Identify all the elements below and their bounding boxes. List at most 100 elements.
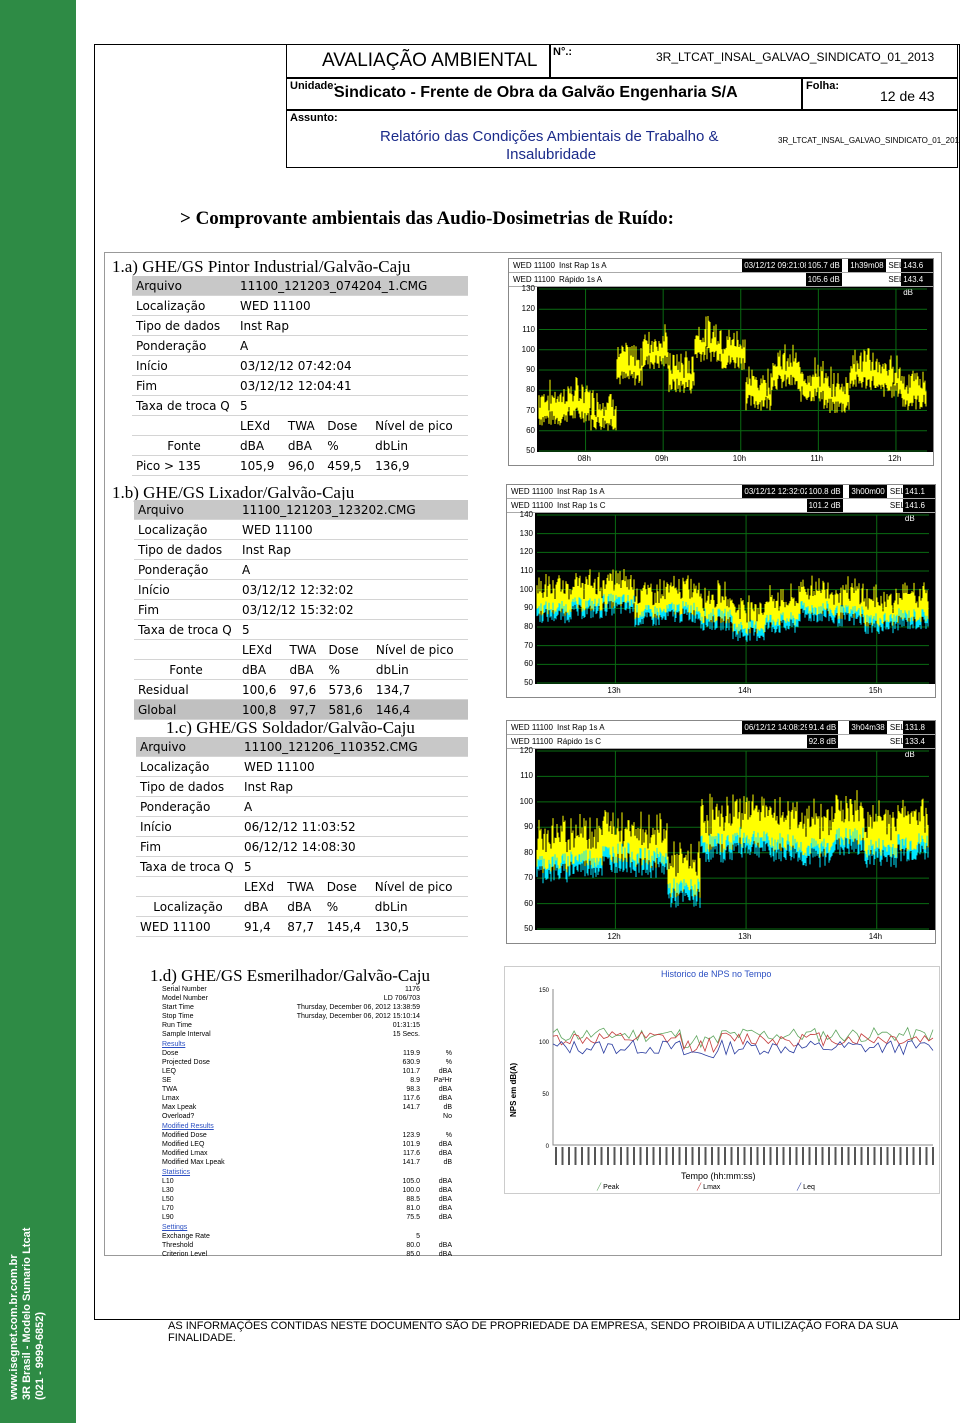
header-cell: dbLin [370,896,468,917]
summary-value: 15 Secs. [392,1031,420,1038]
x-tick-label [737,1147,739,1165]
row-label: Taxa de troca Q [136,856,240,877]
x-tick-label: 09h [655,454,669,463]
table-row: Ponderação A [136,796,468,817]
x-tick-label [886,1147,889,1165]
y-tick-label: 60 [526,425,535,435]
table-row: Taxa de troca Q5 [132,395,468,416]
row-label: Arquivo [136,737,240,757]
block-a-title: 1.a) GHE/GS Pintor Industrial/Galvão-Caj… [112,257,411,276]
x-tick-label [594,1147,596,1165]
row-label: Ponderação [134,559,238,580]
x-tick-label [763,1147,765,1165]
header-cell: % [322,896,371,917]
x-tick-label [607,1147,609,1165]
x-tick-label [620,1147,622,1165]
doc-code-small: 3R_LTCAT_INSAL_GALVAO_SINDICATO_01_2013 [778,136,960,145]
summary-unit: Pa²Hr [433,1077,452,1084]
no-label: N°.: [553,46,573,58]
data-cell: 573,6 [324,679,372,700]
y-tick-label: 80 [524,847,533,857]
row-value: 5 [238,619,468,640]
header-cell: Nível de pico [371,639,468,660]
row-label: Localização [136,756,240,777]
data-cell: 91,4 [240,916,284,937]
summary-row: SE 8.9 Pa²Hr [162,1076,452,1085]
header-cell: dBA [283,896,323,917]
block-c-title: 1.c) GHE/GS Soldador/Galvão-Caju [166,718,415,737]
summary-key: L90 [162,1214,174,1221]
doc-code: 3R_LTCAT_INSAL_GALVAO_SINDICATO_01_2013 [656,50,935,64]
x-tick-label: 12h [887,454,902,463]
summary-unit: dBA [438,1196,452,1203]
row-value: 03/12/12 07:42:04 [236,355,468,376]
summary-row: L70 81.0 dBA [162,1204,452,1213]
header-cell: dBA [238,659,286,680]
x-tick-label [925,1147,928,1165]
data-cell: 134,7 [371,679,468,700]
header-cell: % [324,659,372,680]
row-value: 5 [236,395,468,416]
summary-unit: dBA [438,1068,452,1075]
summary-value: 117.6 [403,1095,420,1102]
table-row: Tipo de dados Inst Rap [132,315,468,336]
summary-unit: dBA [438,1214,452,1221]
row-label: Ponderação [132,335,236,356]
x-tick-label [587,1147,590,1165]
summary-row: Start Time Thursday, December 06, 2012 13… [162,1003,452,1012]
summary-row: L50 88.5 dBA [162,1195,452,1204]
data-cell: Residual [134,679,238,700]
x-tick-label [555,1147,557,1165]
summary-unit: % [445,1050,452,1057]
block-c-chart: WED 11100 Inst Rap 1s A 06/12/12 14:08:29 9… [506,720,936,944]
y-tick-label: 50 [524,924,533,933]
summary-unit [428,1030,452,1039]
header-cell: dBA [236,435,284,456]
header-cell: TWA [283,876,323,897]
y-tick-label: 70 [524,873,533,883]
summary-value: 85.0 [406,1251,420,1258]
summary-key: Lmax [162,1095,180,1102]
header-cell: dbLin [371,435,468,456]
summary-row: TWA 98.3 dBA [162,1085,452,1094]
x-tick-label [815,1147,817,1165]
summary-row: Stop Time Thursday, December 06, 2012 15:… [162,1012,452,1021]
summary-unit: dBA [438,1095,452,1102]
row-label: Localização [134,519,238,540]
row-value: 06/12/12 11:03:52 [240,816,468,837]
data-cell: 105,9 [236,455,284,476]
table-row: Fim 03/12/12 15:32:02 [134,599,468,620]
unidade-label: Unidade: [290,80,338,92]
summary-unit: dBA [438,1150,452,1157]
y-tick-label: 110 [522,324,535,334]
x-tick-label [613,1147,616,1165]
row-label: Início [136,816,240,837]
summary-unit [428,1012,452,1021]
y-tick-label: 120 [519,547,533,557]
sidebar-line-2: 3R Brasil - Modelo Sumario Ltcat [21,1227,33,1400]
y-tick-label: 80 [526,385,535,395]
x-tick-label: 14h [738,686,752,695]
x-tick-label [600,1147,603,1165]
row-label: Fim [136,836,240,857]
block-a-table: Arquivo 11100_121203_074204_1.CMG Localiza… [132,276,468,476]
summary-unit [428,994,452,1003]
y-tick-label: 90 [526,365,535,374]
summary-unit: dBA [438,1242,452,1249]
table-row: Início 06/12/12 11:03:52 [136,816,468,837]
data-cell: 96,0 [283,455,324,476]
x-tick-label: 14h [868,932,883,941]
summary-key: Stop Time [162,1013,194,1020]
data-cell: WED 11100 [136,916,240,937]
row-value: A [236,335,468,356]
x-tick-label [769,1147,772,1165]
x-tick-label [854,1147,856,1165]
header-cell: dBA [240,896,284,917]
table-row: Localização WED 11100 [136,756,468,777]
summary-value: 01:31:15 [392,1022,420,1029]
table-row: Localização WED 11100 [134,519,468,540]
summary-row: Modified Max Lpeak 141.7 dB [162,1158,452,1167]
y-tick-label: 50 [526,446,535,455]
row-label: Tipo de dados [132,315,236,336]
x-tick-label [730,1147,733,1165]
